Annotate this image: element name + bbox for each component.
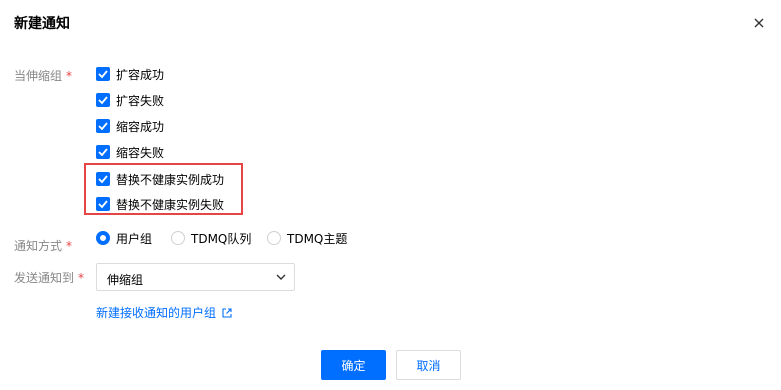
radio-tdmq-queue[interactable]: TDMQ队列 [171,230,251,246]
radio-unselected-icon[interactable] [171,231,185,245]
checkbox-label: 缩容失败 [116,145,165,160]
radio-unselected-icon[interactable] [267,231,281,245]
close-icon[interactable] [752,16,766,30]
select-value: 伸缩组 [107,273,144,287]
checkbox-checked-icon[interactable] [96,145,110,159]
external-link-icon [222,307,232,318]
checkbox-scale-in-fail[interactable]: 缩容失败 [96,144,164,160]
scaling-group-label: 当伸缩组 * [14,69,73,83]
checkbox-checked-icon[interactable] [96,93,110,107]
checkbox-scale-out-success[interactable]: 扩容成功 [96,66,164,82]
chevron-down-icon [276,274,286,280]
cancel-button[interactable]: 取消 [396,350,461,380]
radio-label: TDMQ队列 [191,231,252,246]
checkbox-scale-in-success[interactable]: 缩容成功 [96,118,164,134]
checkbox-label: 扩容成功 [116,67,165,82]
dialog-title: 新建通知 [14,16,70,32]
link-text: 新建接收通知的用户组 [96,306,217,320]
checkbox-checked-icon[interactable] [96,67,110,81]
checkbox-label: 缩容成功 [116,119,165,134]
notify-method-label: 通知方式 * [14,239,73,253]
radio-selected-icon[interactable] [96,231,110,245]
confirm-button[interactable]: 确定 [321,350,386,380]
radio-label: TDMQ主题 [287,231,348,246]
highlight-box [84,163,243,215]
send-to-label: 发送通知到 * [14,271,85,285]
create-user-group-link[interactable]: 新建接收通知的用户组 [96,304,232,321]
radio-user-group[interactable]: 用户组 [96,230,152,246]
checkbox-label: 扩容失败 [116,93,165,108]
checkbox-scale-out-fail[interactable]: 扩容失败 [96,92,164,108]
checkbox-checked-icon[interactable] [96,119,110,133]
send-to-select[interactable]: 伸缩组 [96,263,295,291]
radio-label: 用户组 [116,231,153,246]
radio-tdmq-topic[interactable]: TDMQ主题 [267,230,347,246]
